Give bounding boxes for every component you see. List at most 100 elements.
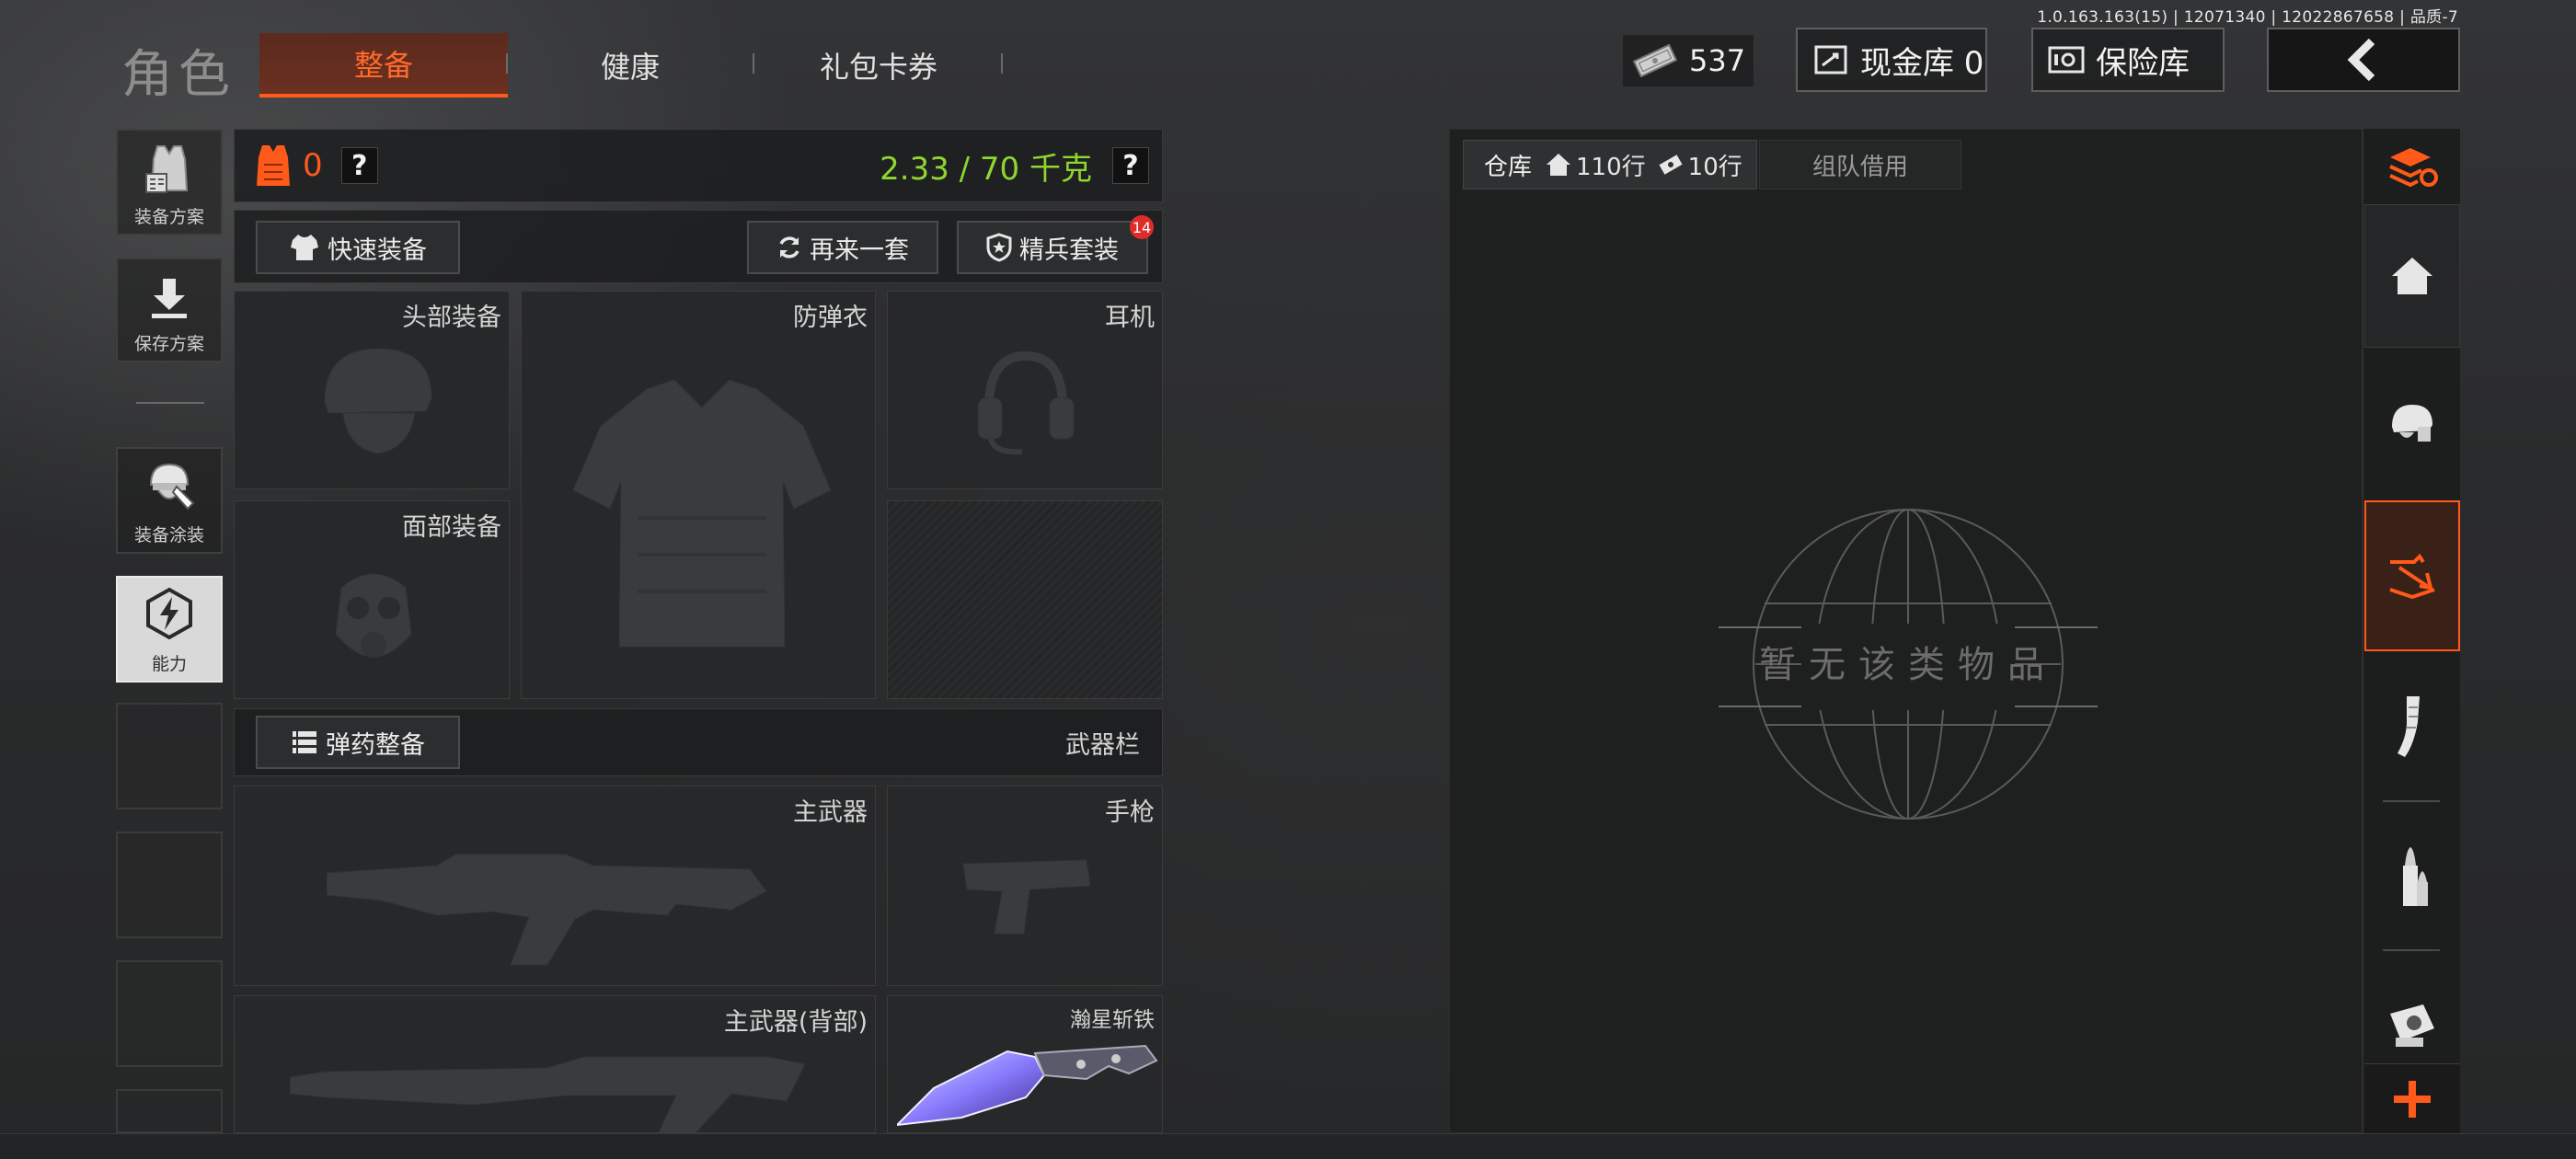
slot-label: 瀚星斩铁 — [1070, 1008, 1155, 1032]
quick-equip-button[interactable]: 快速装备 — [256, 221, 460, 274]
slot-vest[interactable]: 防弹衣 — [521, 291, 876, 699]
quick-equip-label: 快速装备 — [328, 235, 427, 265]
elite-kit-button[interactable]: 精兵套装 — [957, 221, 1148, 274]
side-item-ability[interactable]: 能力 — [116, 576, 223, 683]
home-icon — [1545, 152, 1572, 178]
armor-help-button[interactable]: ? — [340, 147, 378, 184]
side-item-save-plan[interactable]: 保存方案 — [116, 258, 223, 362]
slot-pistol[interactable]: 手枪 — [887, 786, 1163, 986]
safe-button[interactable]: 保险库 — [2031, 28, 2225, 92]
rail-divider — [2383, 800, 2440, 802]
elite-kit-badge: 14 — [1130, 215, 1154, 239]
weight-help-button[interactable]: ? — [1112, 147, 1149, 184]
home-icon — [2390, 256, 2434, 296]
lightning-hex-icon — [142, 586, 197, 645]
slot-label: 防弹衣 — [793, 304, 868, 332]
side-empty-slot — [116, 832, 223, 938]
page-title: 角色 — [121, 45, 236, 105]
slot-label: 头部装备 — [402, 304, 501, 332]
side-item-label: 保存方案 — [133, 334, 204, 354]
slot-label: 耳机 — [1105, 304, 1155, 332]
cash-vault-label: 现金库 0 — [1860, 44, 1984, 82]
vest-plan-icon — [144, 143, 194, 198]
chevron-left-icon — [2340, 37, 2386, 83]
rail-home[interactable] — [2364, 204, 2460, 348]
warehouse-rows-ticket: 10行 — [1687, 153, 1742, 181]
ammo-stack-icon — [291, 729, 318, 756]
cash-vault-button[interactable]: 现金库 0 — [1796, 28, 1987, 92]
ticket-icon — [1659, 155, 1683, 175]
side-item-label: 装备涂装 — [133, 525, 204, 545]
side-item-loadout-plan[interactable]: 装备方案 — [116, 129, 223, 235]
rail-ammo[interactable] — [2364, 813, 2460, 942]
side-empty-slot — [116, 1089, 223, 1133]
plus-icon — [2392, 1079, 2432, 1119]
currency-amount: 537 — [1689, 43, 1746, 78]
tab-gift-cards[interactable]: 礼包卡券 — [754, 33, 1003, 98]
slot-label: 面部装备 — [402, 513, 501, 542]
safe-label: 保险库 — [2096, 44, 2190, 82]
slot-locked — [887, 500, 1163, 699]
rail-magazine[interactable] — [2364, 662, 2460, 791]
loadout-header: 0 ? 2.33 / 70 千克 ? — [234, 129, 1163, 202]
reroll-label: 再来一套 — [810, 235, 909, 265]
warehouse-tab[interactable]: 仓库 110行 10行 — [1463, 140, 1757, 189]
pistol-icon — [962, 859, 1091, 935]
rifle-icon — [327, 854, 767, 966]
rifle-back-icon — [290, 1056, 805, 1134]
layers-refresh-icon — [2385, 144, 2440, 190]
bullet-icon — [2394, 845, 2431, 910]
slot-primary-weapon[interactable]: 主武器 — [234, 786, 876, 986]
currency-display[interactable]: 537 — [1623, 35, 1754, 86]
reroll-button[interactable]: 再来一套 — [747, 221, 938, 274]
weapon-bar-label: 武器栏 — [1065, 730, 1140, 760]
ammo-prep-button[interactable]: 弹药整备 — [256, 716, 460, 769]
gas-mask-icon — [335, 573, 412, 658]
helmet-icon — [324, 348, 432, 454]
side-item-paint[interactable]: 装备涂装 — [116, 447, 223, 554]
rail-helmet[interactable] — [2364, 359, 2460, 488]
shirt-icon — [289, 233, 320, 262]
ammo-prep-label: 弹药整备 — [326, 730, 425, 760]
banknote-icon — [1632, 44, 1678, 77]
tab-health[interactable]: 健康 — [506, 33, 754, 98]
slot-melee[interactable]: 瀚星斩铁 — [887, 995, 1163, 1133]
armor-count: 0 — [303, 147, 323, 184]
warehouse-tab-label: 仓库 — [1484, 153, 1533, 181]
rail-all-categories[interactable] — [2364, 132, 2460, 202]
magazine-icon — [2394, 694, 2431, 759]
rail-divider — [2383, 949, 2440, 951]
body-armor-icon — [572, 379, 832, 648]
bottom-bar — [0, 1133, 2576, 1159]
slot-headset[interactable]: 耳机 — [887, 291, 1163, 489]
knife-icon — [897, 1044, 1158, 1127]
rail-weapons-selected[interactable] — [2364, 500, 2460, 651]
vault-card-icon — [1811, 43, 1851, 76]
helmet-icon — [2386, 399, 2438, 447]
headset-icon — [977, 350, 1075, 455]
slot-label: 主武器(背部) — [723, 1008, 868, 1037]
slot-label: 手枪 — [1105, 798, 1155, 827]
tab-separator — [1001, 53, 1003, 74]
empty-state-text: 暂无该类物品 — [1759, 644, 2057, 686]
warehouse-rows-home: 110行 — [1576, 153, 1646, 181]
safe-icon — [2046, 43, 2087, 76]
side-divider — [136, 402, 204, 404]
slot-label: 主武器 — [793, 798, 868, 827]
refresh-icon — [776, 235, 802, 260]
shield-star-icon — [986, 233, 1012, 262]
side-item-label: 能力 — [151, 654, 187, 674]
team-borrow-tab[interactable]: 组队借用 — [1759, 140, 1961, 189]
side-empty-slot — [116, 703, 223, 809]
slot-face[interactable]: 面部装备 — [234, 500, 510, 699]
back-button[interactable] — [2267, 28, 2460, 92]
download-save-icon — [146, 275, 192, 325]
slot-primary-back[interactable]: 主武器(背部) — [234, 995, 876, 1134]
elite-kit-label: 精兵套装 — [1019, 235, 1119, 265]
rail-add-button[interactable] — [2364, 1063, 2460, 1133]
armor-vest-icon — [253, 143, 293, 189]
version-label: 1.0.163.163(15) | 12071340 | 12022867658… — [2037, 8, 2458, 27]
tab-equip[interactable]: 整备 — [259, 33, 508, 98]
slot-head[interactable]: 头部装备 — [234, 291, 510, 489]
helmet-paint-icon — [142, 459, 197, 516]
